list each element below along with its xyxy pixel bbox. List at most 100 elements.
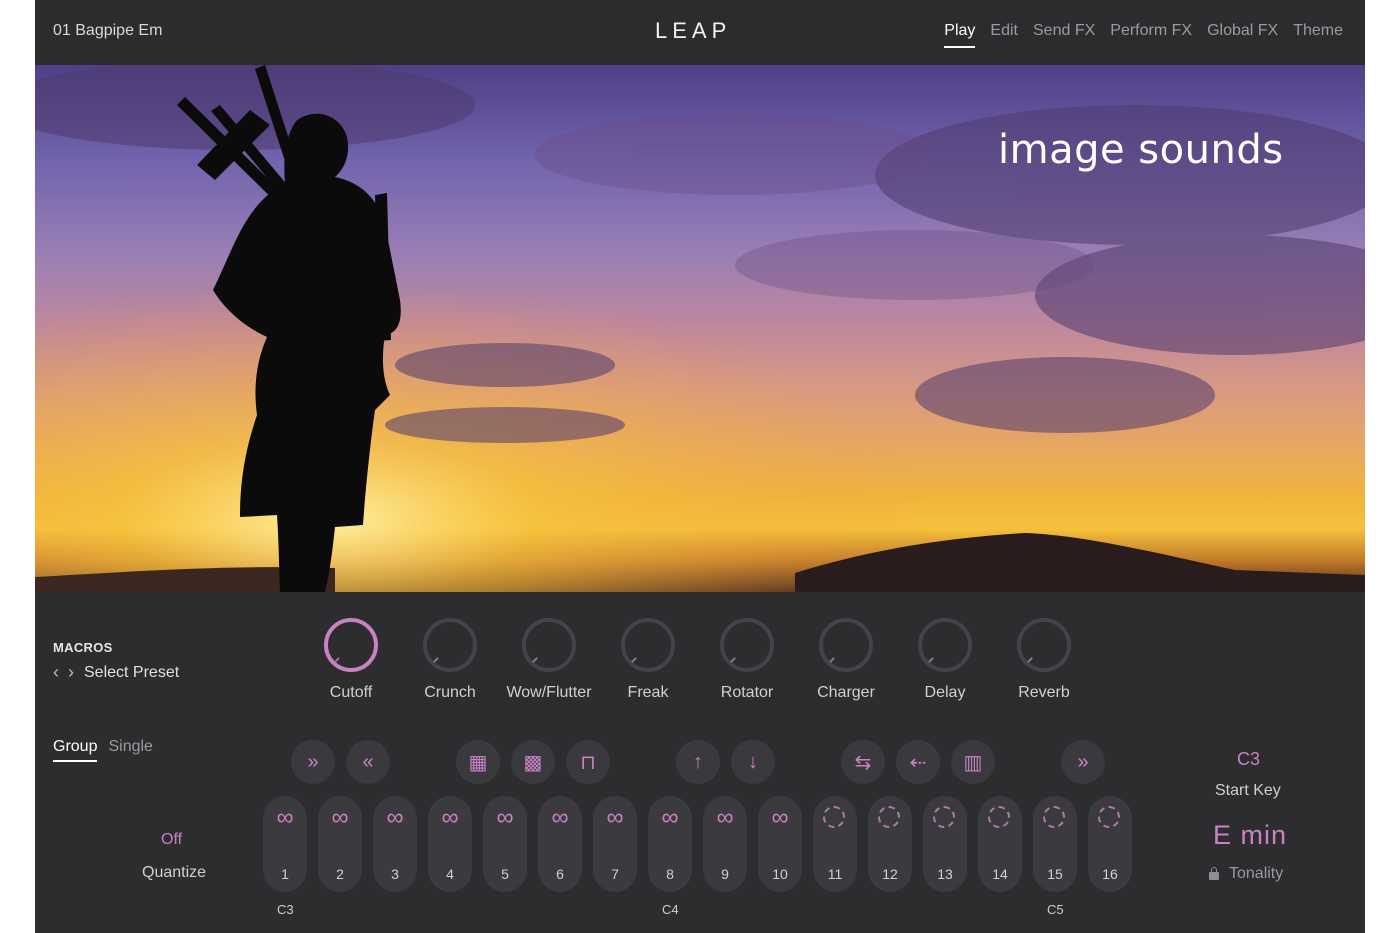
knob-charger[interactable]: Charger	[796, 618, 896, 702]
pad-number: 3	[391, 866, 399, 882]
pad-number: 14	[992, 866, 1008, 882]
pad-2[interactable]: ∞ 2	[318, 796, 362, 892]
knob-dial[interactable]	[720, 618, 774, 672]
loop-icon: ∞	[276, 804, 294, 831]
loop-icon: ∞	[551, 804, 569, 831]
scatter-icon: ⇠	[909, 751, 927, 774]
octave-label: C4	[662, 902, 679, 917]
knob-dial[interactable]	[522, 618, 576, 672]
tab-edit[interactable]: Edit	[990, 22, 1018, 48]
macros-preset-selector: ‹ › Select Preset	[53, 662, 179, 683]
pad-7[interactable]: ∞ 7	[593, 796, 637, 892]
preset-arrows-icon[interactable]: ‹ ›	[53, 662, 76, 683]
knob-label: Charger	[817, 684, 875, 701]
knob-delay[interactable]: Delay	[895, 618, 995, 702]
fast-forward-icon: »	[1077, 750, 1089, 773]
preset-name[interactable]: 01 Bagpipe Em	[53, 22, 162, 40]
pitch-down-button[interactable]: ↓	[731, 740, 775, 784]
mode-single[interactable]: Single	[108, 738, 152, 762]
pad-1[interactable]: ∞ 1	[263, 796, 307, 892]
brand-logo: image sounds	[998, 127, 1284, 173]
tab-global-fx[interactable]: Global FX	[1207, 22, 1278, 48]
pitch-down-icon: ↓	[748, 750, 758, 773]
fast-forward-button[interactable]: »	[291, 740, 335, 784]
knob-dial[interactable]	[1017, 618, 1071, 672]
fast-forward-icon: »	[307, 750, 319, 773]
knob-reverb[interactable]: Reverb	[994, 618, 1094, 702]
tab-perform-fx[interactable]: Perform FX	[1110, 22, 1192, 48]
loop-icon: ∞	[771, 804, 789, 831]
pad-11[interactable]: 11	[813, 796, 857, 892]
pad-number: 11	[827, 866, 843, 882]
pad-13[interactable]: 13	[923, 796, 967, 892]
knob-wow-flutter[interactable]: Wow/Flutter	[499, 618, 599, 702]
tonality-label-row: Tonality	[1209, 865, 1283, 883]
knob-rotator[interactable]: Rotator	[697, 618, 797, 702]
shuffle-alt-icon: ▩	[523, 751, 543, 774]
tab-theme[interactable]: Theme	[1293, 22, 1343, 48]
slice-icon: ▥	[963, 751, 983, 774]
fast-forward-button-2[interactable]: »	[1061, 740, 1105, 784]
reverse-button[interactable]: ⇆	[841, 740, 885, 784]
leap-window: 01 Bagpipe Em LEAP Play Edit Send FX Per…	[35, 0, 1365, 933]
rewind-button[interactable]: «	[346, 740, 390, 784]
pad-16[interactable]: 16	[1088, 796, 1132, 892]
start-key-label: Start Key	[1215, 782, 1281, 799]
knob-label: Wow/Flutter	[506, 684, 592, 701]
pad-number: 12	[882, 866, 898, 882]
pad-6[interactable]: ∞ 6	[538, 796, 582, 892]
pad-15[interactable]: 15	[1033, 796, 1077, 892]
empty-slot-icon	[933, 806, 955, 828]
reverse-icon: ⇆	[854, 751, 872, 774]
select-preset-label[interactable]: Select Preset	[84, 664, 179, 682]
tab-send-fx[interactable]: Send FX	[1033, 22, 1095, 48]
knob-dial[interactable]	[324, 618, 378, 672]
shuffle-alt-button[interactable]: ▩	[511, 740, 555, 784]
empty-slot-icon	[823, 806, 845, 828]
knob-dial[interactable]	[423, 618, 477, 672]
tab-play[interactable]: Play	[944, 22, 976, 48]
shuffle-button[interactable]: ▦	[456, 740, 500, 784]
start-key-value[interactable]: C3	[1237, 749, 1260, 770]
loop-icon: ∞	[386, 804, 404, 831]
knob-label: Cutoff	[329, 684, 373, 701]
knob-label: Delay	[924, 684, 966, 701]
empty-slot-icon	[878, 806, 900, 828]
tonality-value[interactable]: E min	[1213, 820, 1287, 851]
pad-4[interactable]: ∞ 4	[428, 796, 472, 892]
knob-freak[interactable]: Freak	[598, 618, 698, 702]
pad-12[interactable]: 12	[868, 796, 912, 892]
pitch-up-button[interactable]: ↑	[676, 740, 720, 784]
scatter-button[interactable]: ⇠	[896, 740, 940, 784]
knob-crunch[interactable]: Crunch	[400, 618, 500, 702]
header-bar: 01 Bagpipe Em LEAP Play Edit Send FX Per…	[35, 0, 1365, 65]
octave-label: C3	[277, 902, 294, 917]
lock-icon[interactable]	[1209, 867, 1219, 880]
pad-14[interactable]: 14	[978, 796, 1022, 892]
knob-dial[interactable]	[621, 618, 675, 672]
loop-icon: ∞	[441, 804, 459, 831]
pad-3[interactable]: ∞ 3	[373, 796, 417, 892]
pad-number: 13	[937, 866, 953, 882]
knob-dial[interactable]	[918, 618, 972, 672]
slice-button[interactable]: ▥	[951, 740, 995, 784]
knob-label: Rotator	[720, 684, 774, 701]
shuffle-icon: ▦	[468, 751, 488, 774]
quantize-value[interactable]: Off	[161, 831, 182, 849]
envelope-button[interactable]: ⊓	[566, 740, 610, 784]
pad-5[interactable]: ∞ 5	[483, 796, 527, 892]
mode-toggle: Group Single	[53, 738, 153, 762]
pad-number: 10	[772, 866, 788, 882]
knob-cutoff[interactable]: Cutoff	[301, 618, 401, 702]
pad-number: 6	[556, 866, 564, 882]
mode-group[interactable]: Group	[53, 738, 98, 762]
knob-dial[interactable]	[819, 618, 873, 672]
loop-icon: ∞	[331, 804, 349, 831]
pad-8[interactable]: ∞ 8	[648, 796, 692, 892]
pad-9[interactable]: ∞ 9	[703, 796, 747, 892]
pad-number: 1	[281, 866, 289, 882]
loop-icon: ∞	[606, 804, 624, 831]
pad-number: 9	[721, 866, 729, 882]
pad-10[interactable]: ∞ 10	[758, 796, 802, 892]
pitch-up-icon: ↑	[693, 750, 703, 773]
